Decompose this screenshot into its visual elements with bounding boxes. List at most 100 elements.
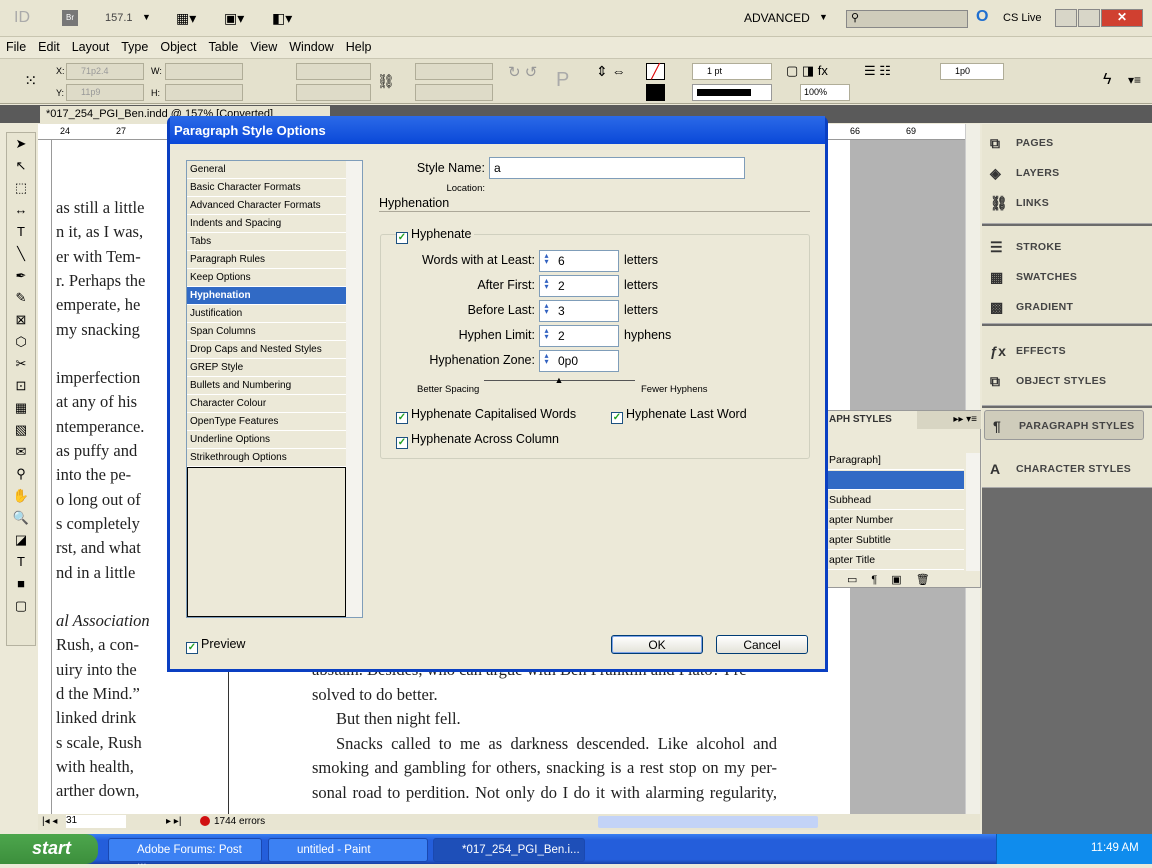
restore-button[interactable] bbox=[1078, 9, 1100, 27]
close-button[interactable]: ✕ bbox=[1101, 9, 1143, 27]
field-input[interactable]: 3 bbox=[539, 300, 619, 322]
polygon-tool-icon[interactable]: ⬡ bbox=[7, 331, 35, 353]
formatting-icon[interactable]: T bbox=[7, 551, 35, 573]
style-row[interactable]: apter Subtitle bbox=[827, 531, 964, 550]
gradient-tool-icon[interactable]: ▦ bbox=[7, 397, 35, 419]
page-tool-icon[interactable]: ⬚ bbox=[7, 177, 35, 199]
panel-character-styles[interactable]: A CHARACTER STYLES bbox=[982, 454, 1152, 484]
hyphenate-across-column-checkbox[interactable]: ✓ Hyphenate Across Column bbox=[396, 432, 559, 449]
eyedropper-icon[interactable]: ⚲ bbox=[7, 463, 35, 485]
panel-menu-icon[interactable]: ▾≡ bbox=[1128, 73, 1141, 87]
category-item[interactable]: Character Colour bbox=[187, 395, 346, 413]
panel-menu-icon[interactable]: ▸▸ ▾≡ bbox=[917, 411, 981, 429]
offset-field[interactable]: 1p0 bbox=[940, 63, 1004, 80]
cs-live-label[interactable]: CS Live bbox=[1003, 12, 1042, 24]
pen-tool-icon[interactable]: ✒ bbox=[7, 265, 35, 287]
field-input[interactable]: 2 bbox=[539, 275, 619, 297]
note-tool-icon[interactable]: ✉ bbox=[7, 441, 35, 463]
next-page-icon[interactable]: ▸ ▸| bbox=[166, 816, 181, 827]
direct-selection-icon[interactable]: ↖ bbox=[7, 155, 35, 177]
rectangle-frame-icon[interactable]: ⊠ bbox=[7, 309, 35, 331]
category-item[interactable]: Span Columns bbox=[187, 323, 346, 341]
panel-layers[interactable]: ◈ LAYERS bbox=[982, 158, 1152, 188]
preflight-errors[interactable]: 1744 errors bbox=[214, 816, 265, 827]
workspace-switcher[interactable]: ADVANCED bbox=[744, 11, 810, 25]
menu-layout[interactable]: Layout bbox=[66, 38, 116, 54]
style-row[interactable]: Paragraph] bbox=[827, 451, 964, 470]
pencil-tool-icon[interactable]: ✎ bbox=[7, 287, 35, 309]
panel-effects[interactable]: ƒx EFFECTS bbox=[982, 336, 1152, 366]
reference-point-icon[interactable]: ⁙ bbox=[24, 71, 37, 91]
panel-object-styles[interactable]: ⧉ OBJECT STYLES bbox=[982, 366, 1152, 396]
style-row[interactable] bbox=[827, 471, 964, 490]
panel-gradient[interactable]: ▩ GRADIENT bbox=[982, 292, 1152, 322]
free-transform-icon[interactable]: ⊡ bbox=[7, 375, 35, 397]
menu-object[interactable]: Object bbox=[154, 38, 202, 54]
text-wrap-icons[interactable]: ☰ ☷ bbox=[864, 63, 891, 79]
panel-paragraph-styles[interactable]: ¶ PARAGRAPH STYLES bbox=[984, 410, 1144, 440]
type-tool-icon[interactable]: T bbox=[7, 221, 35, 243]
horizontal-scrollbar-thumb[interactable] bbox=[598, 816, 818, 828]
panel-swatches[interactable]: ▦ SWATCHES bbox=[982, 262, 1152, 292]
arrange-documents-icon[interactable]: ◧▾ bbox=[272, 10, 292, 27]
category-item[interactable]: Underline Options bbox=[187, 431, 346, 449]
task-firefox[interactable]: Adobe Forums: Post ... bbox=[108, 838, 262, 868]
category-item[interactable]: General bbox=[187, 161, 346, 179]
category-item[interactable]: Justification bbox=[187, 305, 346, 323]
gap-tool-icon[interactable]: ↔ bbox=[7, 199, 35, 221]
start-button[interactable]: start bbox=[0, 834, 98, 864]
cancel-button[interactable]: Cancel bbox=[716, 635, 808, 654]
field-input[interactable]: 2 bbox=[539, 325, 619, 347]
scale-y-field[interactable] bbox=[296, 84, 371, 101]
view-options-icon[interactable]: ▦▾ bbox=[176, 10, 196, 27]
bridge-button[interactable]: Br bbox=[62, 10, 78, 26]
quick-apply-icon[interactable]: ϟ bbox=[1103, 71, 1111, 89]
panel-tab[interactable]: APH STYLES bbox=[827, 411, 917, 429]
rotation-field[interactable] bbox=[415, 63, 493, 80]
category-item[interactable]: Keep Options bbox=[187, 269, 346, 287]
ok-button[interactable]: OK bbox=[611, 635, 703, 654]
fill-stroke-icon[interactable]: ◪ bbox=[7, 529, 35, 551]
chevron-down-icon[interactable]: ▼ bbox=[819, 12, 828, 22]
field-input[interactable]: 0p0 bbox=[539, 350, 619, 372]
category-item[interactable]: Paragraph Rules bbox=[187, 251, 346, 269]
stroke-type-dropdown[interactable] bbox=[692, 84, 772, 101]
panel-footer-icons[interactable]: ▭¶▣🗑 bbox=[847, 573, 944, 586]
category-item[interactable]: GREP Style bbox=[187, 359, 346, 377]
category-item[interactable]: Hyphenation bbox=[187, 287, 346, 305]
apply-color-icon[interactable]: ■ bbox=[7, 573, 35, 595]
panel-links[interactable]: ⛓ LINKS bbox=[982, 188, 1152, 218]
gradient-feather-icon[interactable]: ▧ bbox=[7, 419, 35, 441]
preview-checkbox[interactable]: ✓ Preview bbox=[186, 637, 245, 654]
w-field[interactable] bbox=[165, 63, 243, 80]
task-indesign[interactable]: *017_254_PGI_Ben.i... bbox=[433, 838, 585, 862]
rotate-icon[interactable]: ↻ ↺ bbox=[508, 63, 537, 81]
constrain-proportions-icon[interactable]: ⛓ bbox=[377, 73, 395, 90]
menu-edit[interactable]: Edit bbox=[32, 38, 66, 54]
menu-window[interactable]: Window bbox=[283, 38, 339, 54]
category-item[interactable]: Advanced Character Formats bbox=[187, 197, 346, 215]
x-field[interactable]: 71p2.4 bbox=[66, 63, 144, 80]
paragraph-icon[interactable]: P bbox=[556, 69, 569, 92]
hyphenate-last-word-checkbox[interactable]: ✓ Hyphenate Last Word bbox=[611, 407, 747, 424]
category-item[interactable]: Tabs bbox=[187, 233, 346, 251]
menu-type[interactable]: Type bbox=[115, 38, 154, 54]
scale-x-field[interactable] bbox=[296, 63, 371, 80]
task-paint[interactable]: untitled - Paint bbox=[268, 838, 428, 862]
menu-table[interactable]: Table bbox=[202, 38, 244, 54]
zoom-level[interactable]: 157.1 bbox=[105, 12, 133, 24]
panel-scrollbar[interactable] bbox=[966, 453, 980, 571]
line-tool-icon[interactable]: ╲ bbox=[7, 243, 35, 265]
panel-stroke[interactable]: ☰ STROKE bbox=[982, 232, 1152, 262]
zoom-dropdown-icon[interactable]: ▼ bbox=[142, 12, 151, 22]
stroke-weight-field[interactable]: 1 pt bbox=[692, 63, 772, 80]
menu-view[interactable]: View bbox=[244, 38, 283, 54]
style-row[interactable]: apter Title bbox=[827, 551, 964, 570]
screen-mode-icon[interactable]: ▣▾ bbox=[224, 10, 244, 27]
body-text-frame[interactable]: abstain. Besides, who can argue with Ben… bbox=[312, 658, 777, 805]
flip-icon[interactable]: ⇕ ⇔ bbox=[596, 63, 626, 80]
style-row[interactable]: apter Number bbox=[827, 511, 964, 530]
selection-tool-icon[interactable]: ➤ bbox=[7, 133, 35, 155]
fill-none-icon[interactable]: ╱ bbox=[646, 63, 665, 80]
menu-file[interactable]: File bbox=[0, 38, 32, 54]
